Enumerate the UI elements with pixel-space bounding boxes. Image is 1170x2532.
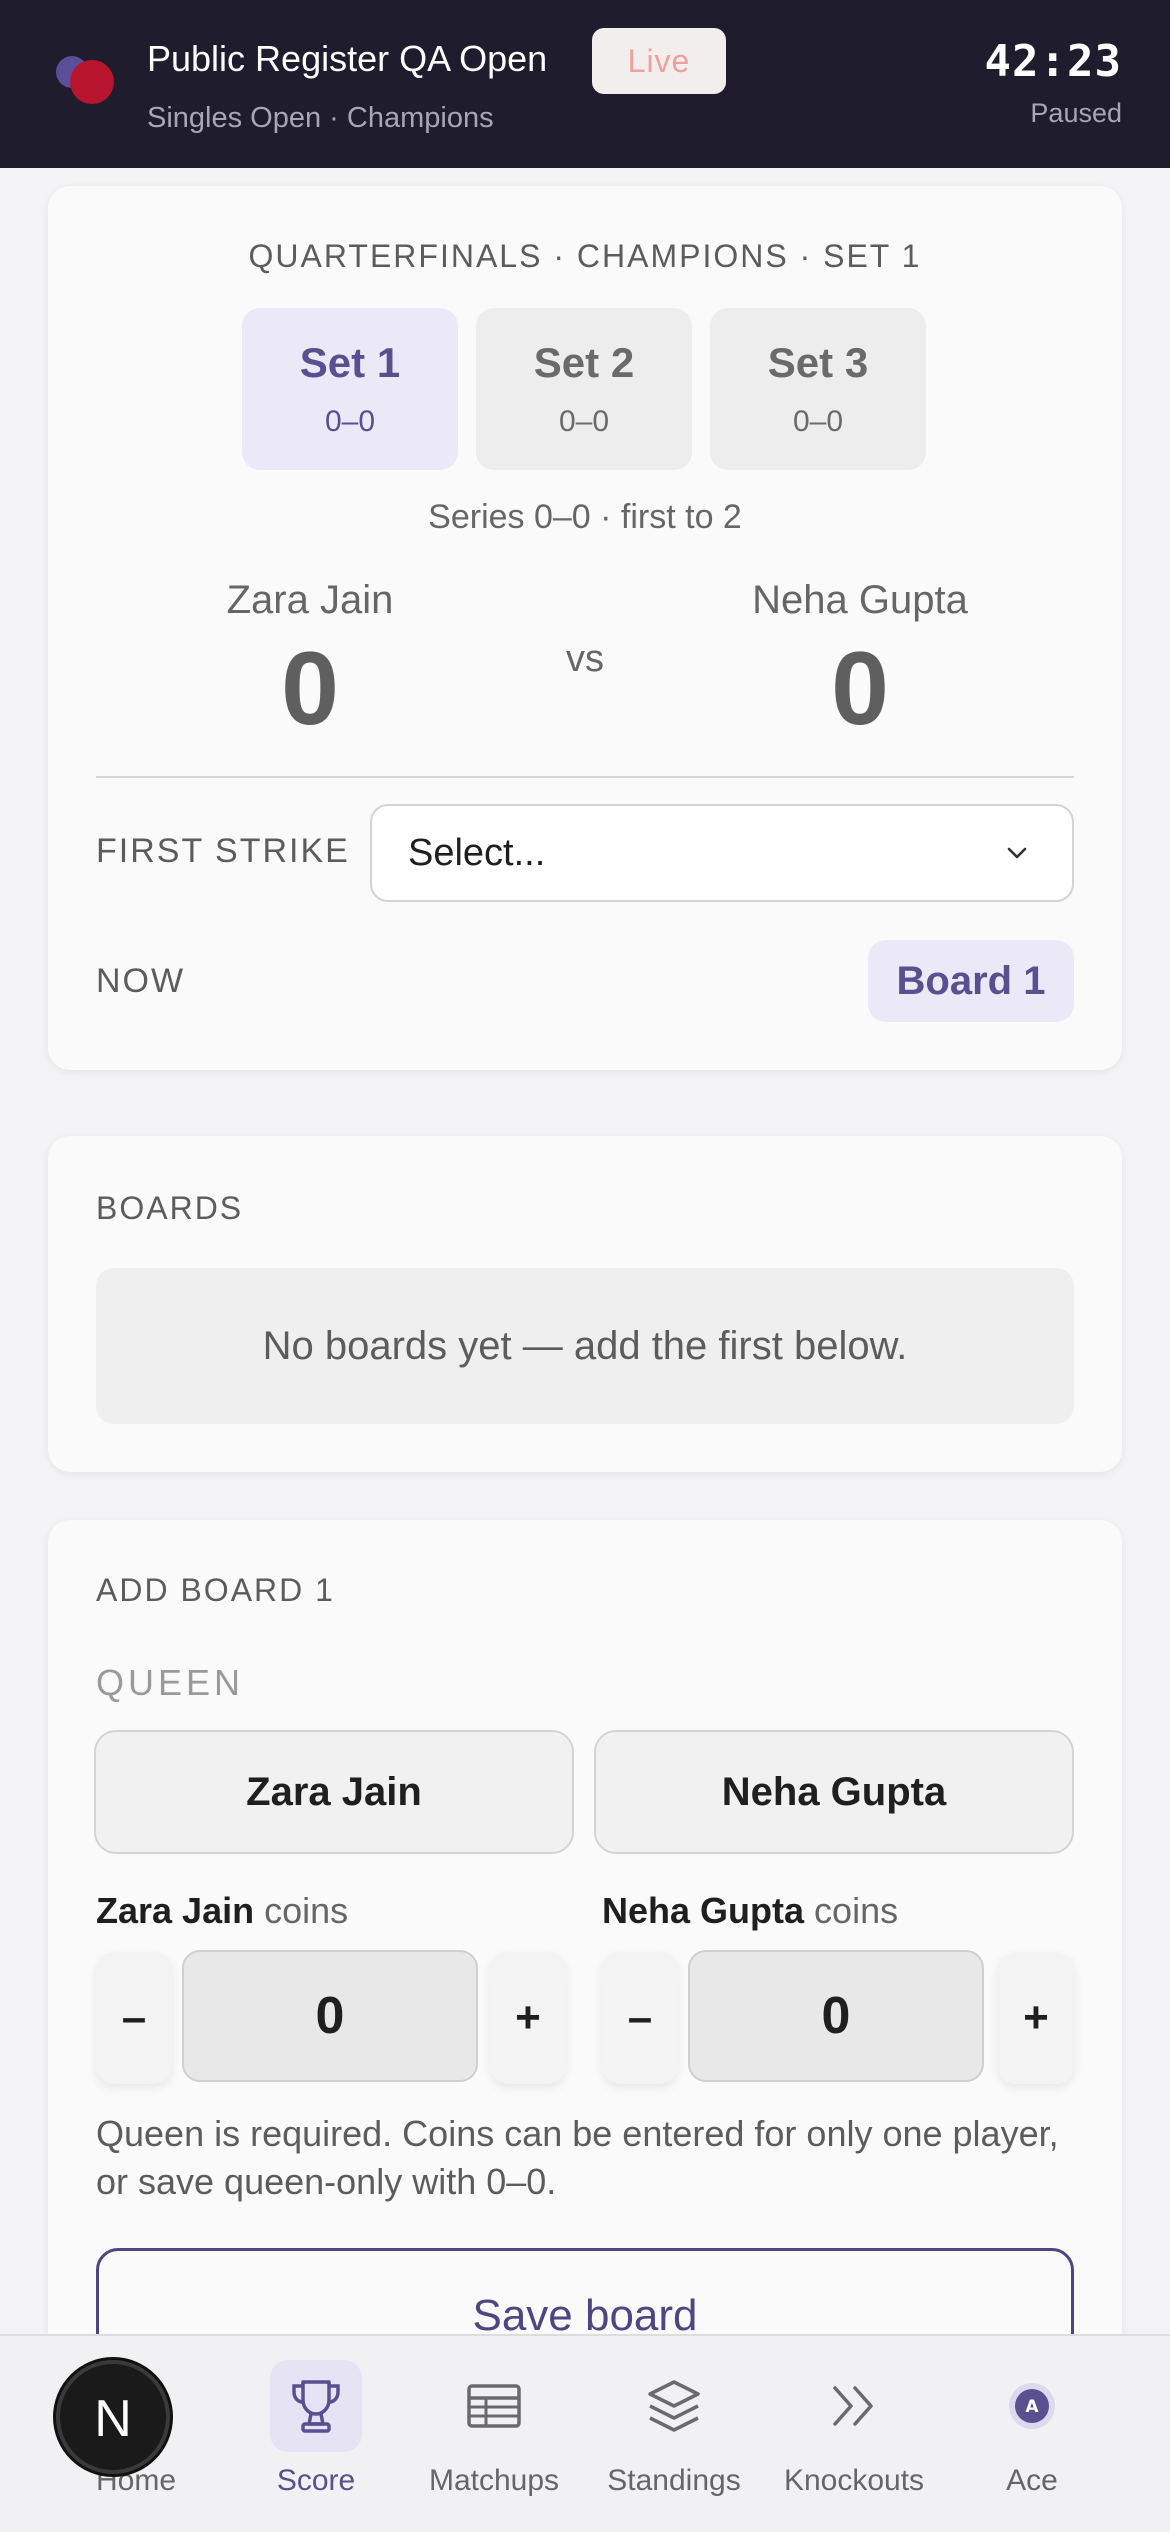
match-card: QUARTERFINALS · CHAMPIONS · SET 1 Set 1 … — [48, 186, 1122, 1070]
set-name: Set 2 — [533, 339, 635, 386]
queen-player-b-button[interactable]: Neha Gupta — [594, 1730, 1074, 1854]
nav-label: Knockouts — [783, 2464, 925, 2497]
nav-item-knockouts[interactable]: Knockouts — [764, 2336, 944, 2532]
series-status: Series 0–0 · first to 2 — [428, 498, 742, 536]
n-logo-icon: N — [94, 2390, 132, 2444]
coins-a-player: Zara Jain — [96, 1890, 255, 1931]
table-icon — [448, 2360, 540, 2452]
svg-text:N: N — [94, 2390, 132, 2444]
chevron-down-icon — [1007, 847, 1027, 859]
coins-b-suffix: coins — [814, 1890, 899, 1931]
player-b: Neha Gupta 0 — [660, 578, 1060, 741]
player-b-score: 0 — [831, 631, 889, 747]
player-b-name: Neha Gupta — [752, 578, 968, 622]
match-timer: 42:23 — [984, 36, 1122, 87]
now-label: NOW — [96, 962, 186, 1000]
set-name: Set 3 — [767, 339, 869, 386]
round-title: QUARTERFINALS · CHAMPIONS · SET 1 — [248, 238, 922, 274]
coins-b-decrement-button[interactable]: – — [602, 1952, 678, 2084]
coins-a-increment-button[interactable]: + — [490, 1952, 566, 2084]
coins-b-increment-button[interactable]: + — [998, 1952, 1074, 2084]
boards-heading: BOARDS — [96, 1190, 244, 1226]
set-name: Set 1 — [299, 339, 401, 386]
queen-label: QUEEN — [96, 1662, 245, 1703]
coins-b-player: Neha Gupta — [602, 1890, 805, 1931]
coins-a-suffix: coins — [264, 1890, 349, 1931]
add-board-heading: ADD BOARD 1 — [96, 1572, 335, 1608]
tab-set-3[interactable]: Set 3 0–0 — [710, 308, 926, 470]
tab-set-2[interactable]: Set 2 0–0 — [476, 308, 692, 470]
set-score: 0–0 — [792, 405, 844, 438]
tournament-title: Public Register QA Open — [147, 38, 548, 79]
bottom-nav: Home Score Matchups Standings Knockouts … — [0, 2334, 1170, 2532]
nav-label: Matchups — [428, 2464, 560, 2497]
trophy-icon — [270, 2360, 362, 2452]
player-a-name: Zara Jain — [226, 578, 394, 622]
nav-label: Score — [276, 2464, 356, 2497]
nav-item-score[interactable]: Score — [226, 2336, 406, 2532]
app-logo-icon — [52, 50, 118, 116]
avatar-icon: A — [986, 2360, 1078, 2452]
coins-b-input[interactable]: 0 — [688, 1950, 984, 2082]
boards-card: BOARDS No boards yet — add the first bel… — [48, 1136, 1122, 1472]
add-board-hint: Queen is required. Coins can be entered … — [96, 2113, 1059, 2202]
timer-status: Paused — [1030, 98, 1122, 128]
coins-a-input[interactable]: 0 — [182, 1950, 478, 2082]
nav-label: Standings — [607, 2464, 741, 2497]
nav-item-matchups[interactable]: Matchups — [404, 2336, 584, 2532]
divider — [96, 776, 1074, 778]
coins-a-label: Zara Jain coins — [96, 1890, 348, 1932]
coins-a-decrement-button[interactable]: – — [96, 1952, 172, 2084]
live-badge: Live — [592, 28, 726, 94]
queen-player-a-button[interactable]: Zara Jain — [94, 1730, 574, 1854]
set-tabs: Set 1 0–0 Set 2 0–0 Set 3 0–0 — [242, 308, 926, 470]
nav-item-standings[interactable]: Standings — [584, 2336, 764, 2532]
nav-item-ace[interactable]: A Ace — [942, 2336, 1122, 2532]
double-chevron-icon — [808, 2360, 900, 2452]
first-strike-label: FIRST STRIKE — [96, 832, 350, 870]
app-header: Public Register QA Open Live Singles Ope… — [0, 0, 1170, 168]
svg-text:A: A — [1025, 2397, 1039, 2417]
tournament-subtitle: Singles Open · Champions — [147, 102, 494, 134]
tab-set-1[interactable]: Set 1 0–0 — [242, 308, 458, 470]
current-board-chip[interactable]: Board 1 — [868, 940, 1074, 1022]
floating-app-button[interactable]: N — [56, 2360, 170, 2474]
layers-icon — [628, 2360, 720, 2452]
set-score: 0–0 — [324, 405, 376, 438]
first-strike-value: Select... — [408, 831, 546, 874]
first-strike-select[interactable]: Select... — [370, 804, 1074, 902]
coins-b-label: Neha Gupta coins — [602, 1890, 898, 1932]
boards-empty-state: No boards yet — add the first below. — [96, 1268, 1074, 1424]
nav-label: Ace — [1006, 2464, 1058, 2497]
set-score: 0–0 — [558, 405, 610, 438]
